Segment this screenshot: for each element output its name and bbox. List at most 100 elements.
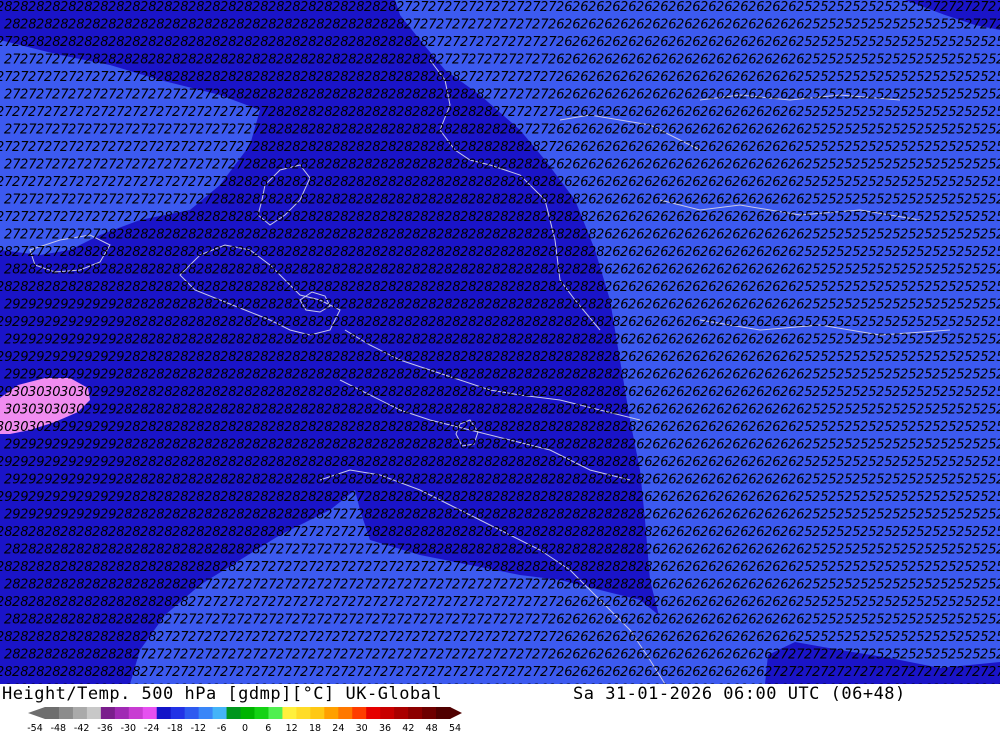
isotherm-value: 26	[764, 420, 781, 435]
isotherm-value: 25	[908, 350, 925, 365]
isotherm-value: 28	[196, 333, 213, 348]
isotherm-value: 28	[76, 525, 93, 540]
isotherm-value: 26	[644, 18, 661, 33]
isotherm-value: 27	[484, 578, 501, 593]
isotherm-value: 25	[916, 543, 933, 558]
isotherm-value: 26	[708, 508, 725, 523]
isotherm-value: 27	[532, 613, 549, 628]
isotherm-value: 28	[28, 560, 45, 575]
isotherm-value: 28	[364, 105, 381, 120]
isotherm-value: 27	[164, 648, 181, 663]
isotherm-value: 27	[132, 193, 149, 208]
isotherm-value: 25	[828, 245, 845, 260]
scale-swatch	[100, 707, 116, 719]
isotherm-value: 28	[212, 473, 229, 488]
isotherm-value: 27	[404, 613, 421, 628]
isotherm-value: 28	[548, 193, 565, 208]
isotherm-value: 28	[332, 105, 349, 120]
isotherm-value: 28	[404, 333, 421, 348]
isotherm-value: 26	[756, 473, 773, 488]
isotherm-value: 27	[484, 648, 501, 663]
isotherm-value: 27	[516, 578, 533, 593]
isotherm-value: 27	[116, 88, 133, 103]
isotherm-value: 26	[668, 245, 685, 260]
isotherm-value: 29	[108, 420, 125, 435]
isotherm-value: 27	[388, 578, 405, 593]
isotherm-value: 28	[108, 595, 125, 610]
isotherm-value: 25	[908, 385, 925, 400]
isotherm-value: 27	[492, 105, 509, 120]
isotherm-value: 25	[940, 455, 957, 470]
isotherm-value: 28	[348, 140, 365, 155]
isotherm-value: 25	[852, 88, 869, 103]
isotherm-value: 28	[188, 525, 205, 540]
isotherm-value: 25	[812, 595, 829, 610]
isotherm-value: 28	[300, 210, 317, 225]
isotherm-value: 26	[716, 420, 733, 435]
isotherm-value: 27	[116, 193, 133, 208]
isotherm-value: 28	[252, 385, 269, 400]
isotherm-value: 28	[372, 88, 389, 103]
isotherm-value: 27	[316, 630, 333, 645]
isotherm-value: 28	[404, 438, 421, 453]
isotherm-value: 26	[636, 35, 653, 50]
isotherm-value: 28	[12, 595, 29, 610]
isotherm-value: 25	[972, 175, 989, 190]
isotherm-value: 28	[284, 385, 301, 400]
isotherm-value: 28	[300, 315, 317, 330]
isotherm-value: 28	[220, 490, 237, 505]
isotherm-value: 25	[900, 543, 917, 558]
isotherm-value: 25	[884, 368, 901, 383]
isotherm-value: 28	[412, 455, 429, 470]
isotherm-value: 25	[924, 315, 941, 330]
isotherm-value: 25	[964, 158, 981, 173]
isotherm-value: 28	[308, 53, 325, 68]
isotherm-value: 28	[44, 280, 61, 295]
isotherm-value: 26	[692, 473, 709, 488]
isotherm-value: 27	[156, 630, 173, 645]
isotherm-value: 28	[996, 438, 1000, 453]
isotherm-value: 28	[508, 350, 525, 365]
isotherm-value: 29	[44, 455, 61, 470]
isotherm-value: 28	[324, 263, 341, 278]
isotherm-value: 26	[692, 53, 709, 68]
isotherm-value: 29	[28, 455, 45, 470]
isotherm-value: 28	[276, 473, 293, 488]
isotherm-value: 29	[44, 490, 61, 505]
isotherm-value: 26	[604, 595, 621, 610]
isotherm-value: 28	[148, 263, 165, 278]
isotherm-value: 26	[596, 228, 613, 243]
isotherm-value: 28	[132, 263, 149, 278]
isotherm-value: 28	[404, 53, 421, 68]
isotherm-value: 28	[28, 35, 45, 50]
isotherm-value: 28	[476, 455, 493, 470]
isotherm-value: 27	[276, 613, 293, 628]
isotherm-value: 28	[532, 368, 549, 383]
isotherm-value: 28	[412, 175, 429, 190]
isotherm-value: 28	[196, 228, 213, 243]
isotherm-value: 28	[52, 648, 69, 663]
isotherm-value: 28	[76, 245, 93, 260]
isotherm-value: 25	[828, 560, 845, 575]
isotherm-value: 28	[500, 508, 517, 523]
isotherm-value: 28	[212, 193, 229, 208]
isotherm-value: 28	[292, 368, 309, 383]
isotherm-value: 27	[92, 70, 109, 85]
isotherm-value: 25	[972, 245, 989, 260]
isotherm-value: 26	[604, 245, 621, 260]
isotherm-value: 28	[268, 175, 285, 190]
isotherm-value: 25	[876, 595, 893, 610]
isotherm-value: 26	[628, 438, 645, 453]
isotherm-value: 25	[796, 490, 813, 505]
isotherm-value: 28	[596, 508, 613, 523]
isotherm-value: 25	[988, 385, 1000, 400]
isotherm-value: 28	[516, 193, 533, 208]
isotherm-value: 26	[780, 350, 797, 365]
isotherm-value: 28	[556, 280, 573, 295]
isotherm-value: 25	[836, 18, 853, 33]
isotherm-value: 26	[612, 263, 629, 278]
isotherm-value: 25	[804, 508, 821, 523]
isotherm-value: 25	[988, 140, 1000, 155]
isotherm-value: 28	[388, 403, 405, 418]
isotherm-value: 28	[132, 53, 149, 68]
